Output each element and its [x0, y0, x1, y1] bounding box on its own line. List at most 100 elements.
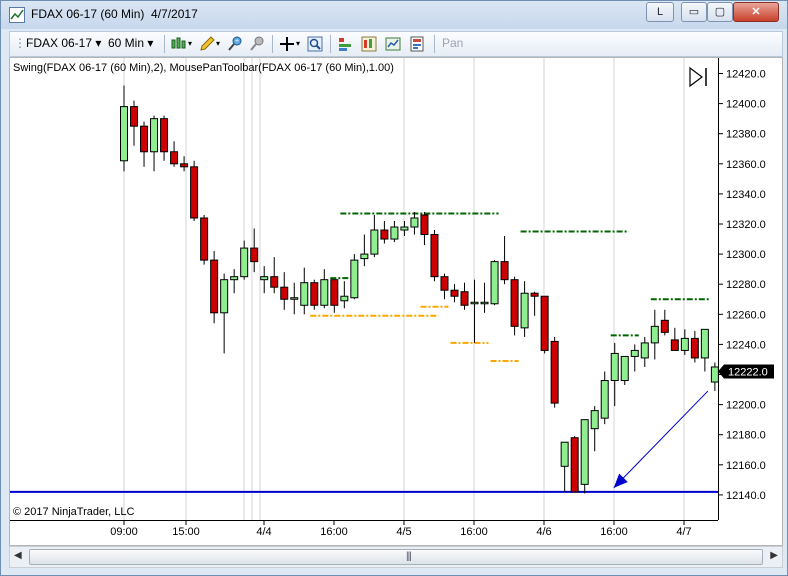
toolbar-separator: [272, 35, 273, 53]
candle-up: [480, 301, 489, 305]
title-bar[interactable]: FDAX 06-17 (60 Min) 4/7/2017 L ▭ ▢ ✕: [1, 1, 787, 29]
candle-up: [360, 253, 369, 260]
chart-window: FDAX 06-17 (60 Min) 4/7/2017 L ▭ ▢ ✕ ⋮ F…: [0, 0, 788, 576]
instrument-selector[interactable]: FDAX 06-17 ▾: [26, 36, 101, 50]
candle-up: [260, 276, 269, 281]
y-tick-label: 12140.0: [726, 490, 766, 502]
y-tick-label: 12360.0: [726, 159, 766, 171]
candle-up: [650, 325, 659, 344]
candle-down: [690, 337, 699, 359]
candle-down: [450, 289, 459, 297]
candle-down: [310, 282, 319, 306]
scroll-right-icon[interactable]: ▶: [770, 550, 778, 561]
svg-text:+: +: [235, 38, 239, 45]
candle-up: [470, 301, 479, 305]
candle-up: [680, 337, 689, 351]
candle-down: [140, 125, 149, 153]
copyright-label: © 2017 NinjaTrader, LLC: [13, 506, 135, 518]
x-tick-label: 15:00: [172, 526, 200, 538]
candle-down: [190, 166, 199, 219]
link-button[interactable]: L: [646, 2, 674, 22]
indicator-label: Swing(FDAX 06-17 (60 Min),2), MousePanTo…: [13, 62, 394, 74]
scroll-left-icon[interactable]: ◀: [14, 550, 22, 561]
candlestick-chart-svg[interactable]: 12420.0 12400.0 12380.0 12360.0 12340.0 12320…: [10, 58, 782, 545]
y-tick-label: 12300.0: [726, 249, 766, 261]
candle-down: [540, 295, 549, 351]
y-tick-label: 12260.0: [726, 309, 766, 321]
candle-down: [460, 291, 469, 306]
candle-up: [300, 282, 309, 306]
zoom-icon[interactable]: [306, 35, 324, 53]
candle-up: [390, 226, 399, 240]
interval-selector[interactable]: 60 Min ▾: [108, 36, 153, 50]
bar-spacing-icon[interactable]: [336, 35, 354, 53]
x-tick-label: 16:00: [320, 526, 348, 538]
candle-down: [500, 261, 509, 281]
pencil-dropdown-icon[interactable]: ▾: [216, 39, 220, 48]
pan-button[interactable]: Pan: [442, 36, 463, 50]
maximize-button[interactable]: ▢: [707, 2, 733, 22]
x-tick-label: 4/4: [256, 526, 271, 538]
x-tick-label: 16:00: [460, 526, 488, 538]
candle-up: [400, 226, 409, 231]
candle-down: [530, 292, 539, 297]
y-tick-label: 12420.0: [726, 69, 766, 81]
y-tick-label: 12160.0: [726, 460, 766, 472]
chart-properties-icon[interactable]: [384, 35, 402, 53]
x-tick-label: 16:00: [600, 526, 628, 538]
candle-down: [420, 214, 429, 236]
candle-down: [430, 234, 439, 278]
minimize-button[interactable]: ▭: [681, 2, 707, 22]
candle-up: [220, 279, 229, 314]
candle-down: [170, 151, 179, 165]
candle-down: [180, 163, 189, 168]
crosshair-icon[interactable]: [278, 35, 296, 53]
candle-up: [290, 297, 299, 300]
last-price-label: 12222.0: [728, 366, 768, 378]
toolbar-separator: [434, 35, 435, 53]
candle-up: [600, 380, 609, 419]
candle-down: [200, 217, 209, 261]
window-title: FDAX 06-17 (60 Min) 4/7/2017: [31, 7, 198, 21]
x-tick-label: 4/5: [396, 526, 411, 538]
candle-up: [370, 229, 379, 255]
candle-up: [620, 355, 629, 382]
toolbar-separator: [330, 35, 331, 53]
y-tick-label: 12280.0: [726, 279, 766, 291]
pin-add-icon[interactable]: +: [226, 35, 244, 53]
candle-down: [210, 259, 219, 314]
grip-icon: |||: [406, 551, 412, 562]
templates-icon[interactable]: [408, 35, 426, 53]
y-tick-label: 12200.0: [726, 400, 766, 412]
candle-up: [580, 419, 589, 485]
candle-up: [350, 259, 359, 299]
crosshair-dropdown-icon[interactable]: ▾: [296, 39, 300, 48]
candle-up: [700, 328, 709, 359]
candle-down: [130, 106, 139, 127]
y-tick-label: 12340.0: [726, 189, 766, 201]
pin-remove-icon[interactable]: [248, 35, 266, 53]
annotation-arrow-line: [613, 390, 709, 489]
close-button[interactable]: ✕: [733, 2, 779, 22]
candle-down: [570, 437, 579, 493]
instrument-label: FDAX 06-17: [26, 36, 93, 50]
data-box-icon[interactable]: [360, 35, 378, 53]
candle-up: [340, 295, 349, 302]
candle-up: [150, 118, 159, 153]
candle-up: [120, 106, 128, 162]
candlestick-dropdown-icon[interactable]: ▾: [188, 39, 192, 48]
candle-down: [440, 276, 449, 291]
candlestick-style-icon[interactable]: [170, 35, 188, 53]
price-chart[interactable]: 12420.0 12400.0 12380.0 12360.0 12340.0 12320…: [9, 57, 783, 546]
candle-down: [330, 279, 339, 306]
candle-down: [670, 339, 679, 351]
toolbar-separator: [164, 35, 165, 53]
pencil-draw-icon[interactable]: [198, 35, 216, 53]
x-tick-label: 4/7: [676, 526, 691, 538]
candle-up: [240, 247, 249, 278]
horizontal-scrollbar[interactable]: ◀ ||| ▶: [9, 546, 783, 568]
chart-toolbar: ⋮ FDAX 06-17 ▾ 60 Min ▾ ▾ ▾ + ▾ Pan: [9, 31, 783, 57]
candle-down: [160, 118, 169, 153]
scroll-thumb[interactable]: |||: [29, 549, 763, 565]
candle-up: [710, 366, 719, 383]
